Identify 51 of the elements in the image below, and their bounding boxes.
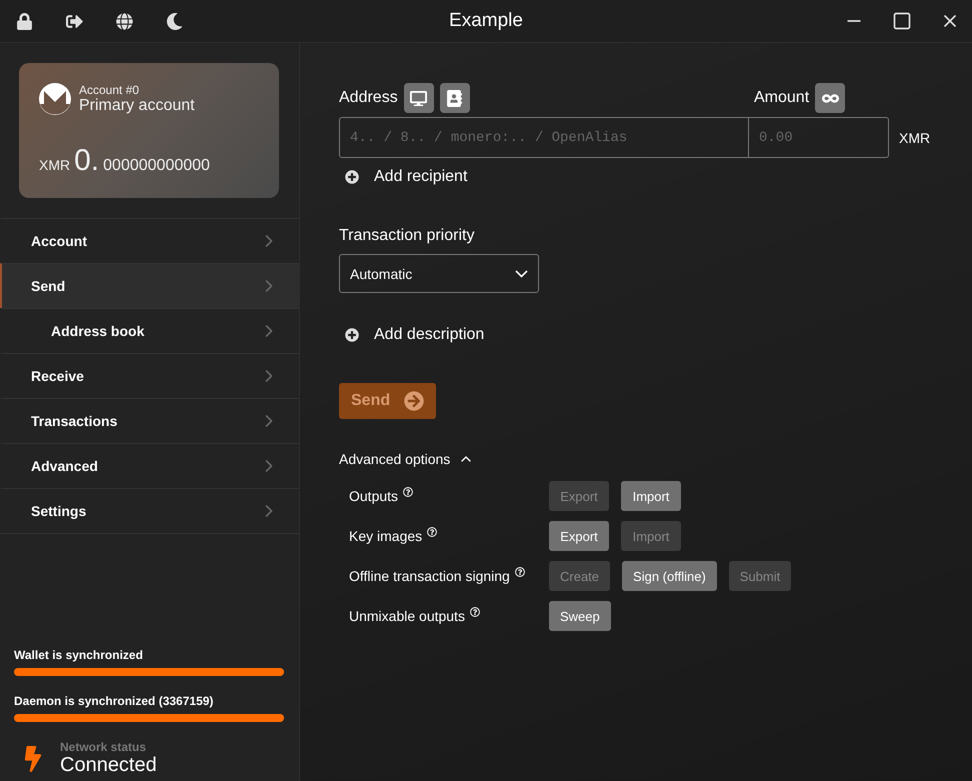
account-number: Account #0 <box>79 83 140 97</box>
amount-field[interactable]: 0.00 <box>749 117 889 158</box>
nav-item[interactable]: Address book <box>0 308 299 353</box>
advanced-options-toggle[interactable]: Advanced options <box>339 451 450 467</box>
help-icon <box>470 607 480 617</box>
desktop-icon[interactable] <box>404 83 434 113</box>
nav-item[interactable]: Receive <box>0 353 299 398</box>
option-label: Offline transaction signing <box>349 568 510 584</box>
priority-label: Transaction priority <box>339 227 474 244</box>
lock-icon[interactable] <box>16 12 33 30</box>
nav-item[interactable]: Settings <box>0 488 299 533</box>
help-icon <box>514 567 525 577</box>
option-label: Key images <box>349 528 422 544</box>
balance-integer: 0. <box>74 144 100 178</box>
option-button[interactable]: Sweep <box>549 601 611 631</box>
arrow-right-icon <box>404 391 424 411</box>
window-title: Example <box>449 10 523 32</box>
maximize-icon[interactable] <box>892 11 912 31</box>
plus-icon <box>345 170 359 184</box>
globe-icon[interactable] <box>116 12 133 30</box>
logout-icon[interactable] <box>66 12 83 30</box>
infinity-icon[interactable] <box>815 83 846 113</box>
add-description-link[interactable]: Add description <box>339 326 484 344</box>
option-button[interactable]: Import <box>621 481 681 511</box>
account-name: Primary account <box>79 97 195 115</box>
nav-item[interactable]: Send <box>0 263 299 308</box>
option-label: Outputs <box>349 488 398 504</box>
address-label: Address <box>339 89 398 107</box>
address-book-icon[interactable] <box>440 83 470 113</box>
amount-label: Amount <box>754 89 810 107</box>
add-recipient-link[interactable]: Add recipient <box>339 168 468 186</box>
plus-icon <box>345 328 359 342</box>
option-button[interactable]: Sign (offline) <box>622 561 717 591</box>
nav-item[interactable]: Advanced <box>0 443 299 488</box>
help-icon <box>427 527 438 537</box>
network-status-value: Connected <box>60 754 157 777</box>
nav-item[interactable]: Transactions <box>0 398 299 443</box>
moon-icon[interactable] <box>166 12 183 30</box>
priority-dropdown[interactable]: Automatic <box>339 254 539 293</box>
option-label: Unmixable outputs <box>349 608 465 624</box>
logo-icon <box>39 83 71 115</box>
sync-label: Wallet is synchronized <box>14 648 144 662</box>
chevron-down-icon <box>515 270 528 278</box>
option-button[interactable]: Export <box>549 521 609 551</box>
currency-label: XMR <box>899 130 930 146</box>
currency-label: XMR <box>39 157 70 173</box>
network-status-label: Network status <box>60 740 148 754</box>
address-field[interactable]: 4.. / 8.. / monero:.. / OpenAlias <box>339 117 749 158</box>
sync-label: Daemon is synchronized (3367159) <box>14 694 214 708</box>
balance-fraction: 000000000000 <box>103 157 210 175</box>
help-icon <box>403 487 414 497</box>
